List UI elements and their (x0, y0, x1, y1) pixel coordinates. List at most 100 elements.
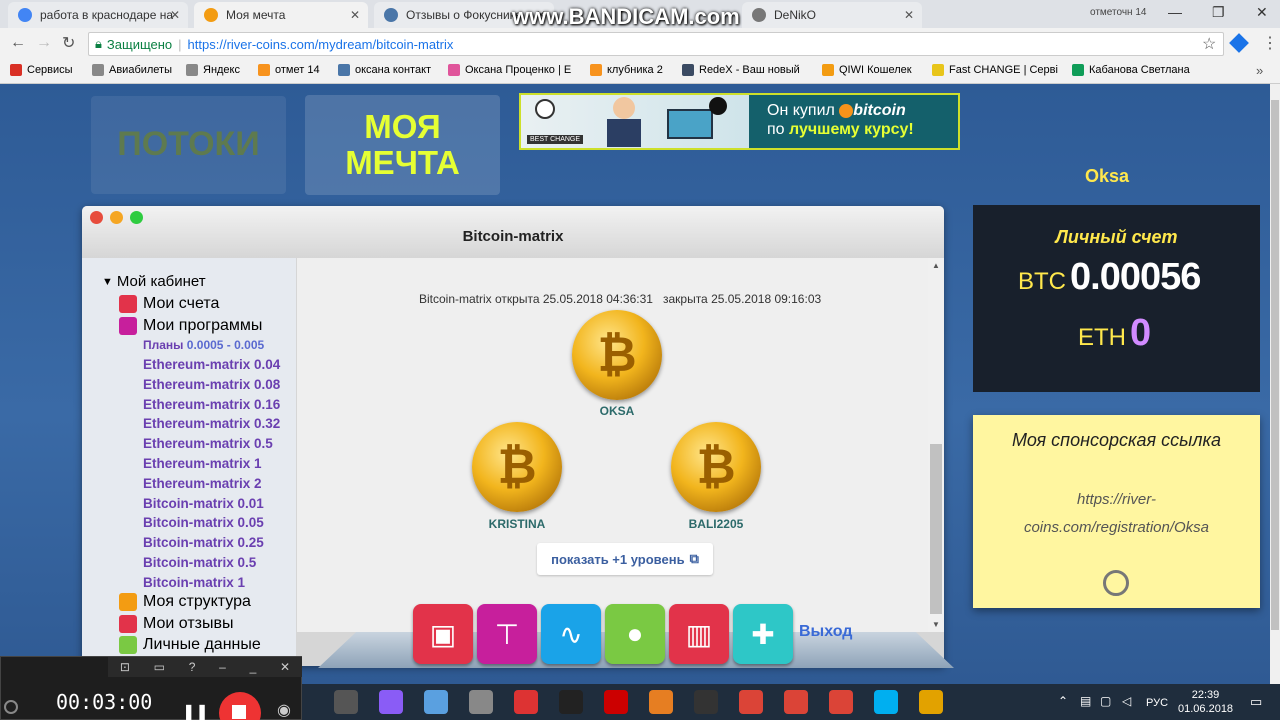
bitcoin-coin-icon[interactable]: ₿ (472, 422, 562, 512)
sidebar-plan-link[interactable]: Ethereum-matrix 1 (143, 456, 262, 471)
reload-icon[interactable]: ↻ (62, 33, 75, 53)
taskbar-feather-icon[interactable] (379, 690, 403, 714)
notifications-icon[interactable]: ▭ (1250, 694, 1262, 710)
sidebar-plan-link[interactable]: Ethereum-matrix 2 (143, 476, 262, 491)
sidebar-item[interactable]: Мои программы (119, 317, 262, 335)
sidebar-plan-link[interactable]: Ethereum-matrix 0.16 (143, 397, 280, 412)
bookmark-item[interactable]: клубника 2 (590, 64, 663, 76)
forward-icon[interactable]: → (36, 34, 52, 52)
tab-4[interactable]: DeNikO ✕ (742, 2, 922, 28)
close-tab-icon[interactable]: ✕ (350, 8, 360, 22)
window-maximize-dot[interactable] (130, 211, 143, 224)
bookmark-item[interactable]: Оксана Проценко | Е (448, 64, 571, 76)
url-text[interactable]: https://river-coins.com/mydream/bitcoin-… (188, 37, 454, 52)
volume-icon[interactable]: ◁ (1122, 694, 1131, 708)
back-icon[interactable]: ← (10, 34, 26, 52)
taskbar-paint-icon[interactable] (424, 690, 448, 714)
sidebar-plan-link[interactable]: Ethereum-matrix 0.5 (143, 436, 273, 451)
nav-potoki-button[interactable]: ПОТОКИ (91, 96, 286, 194)
taskbar-folder-icon[interactable] (919, 690, 943, 714)
input-language[interactable]: РУС (1146, 697, 1168, 709)
pause-icon[interactable]: ❚❚ (182, 702, 209, 720)
screenshot-icon[interactable]: ◉ (277, 700, 291, 720)
minimize-icon[interactable]: – (219, 660, 226, 674)
sponsor-link[interactable]: https://river-coins.com/registration/Oks… (993, 486, 1240, 542)
sidebar-plan-link[interactable]: Ethereum-matrix 0.32 (143, 416, 280, 431)
profile-label[interactable]: отметочн 14 (1090, 7, 1146, 18)
bookmark-star-icon[interactable]: ☆ (1202, 34, 1216, 54)
taskbar-clock[interactable]: 22:39 01.06.2018 (1178, 688, 1233, 716)
sidebar-cabinet[interactable]: ▼ Мой кабинет (102, 273, 206, 290)
nav-my-dream-button[interactable]: МОЯ МЕЧТА (305, 95, 500, 195)
bookmark-item[interactable]: Авиабилеты (92, 64, 172, 76)
bookmark-item[interactable]: Fast CHANGE | Серві (932, 64, 1058, 76)
close-window-icon[interactable]: ✕ (1256, 4, 1268, 21)
logout-link[interactable]: Выход (799, 623, 852, 641)
bookmark-item[interactable]: Яндекс (186, 64, 240, 76)
sidebar-plan-link[interactable]: Bitcoin-matrix 1 (143, 575, 245, 590)
chat-tray-icon[interactable]: ▢ (1100, 694, 1111, 708)
bitcoin-coin-icon[interactable]: ₿ (671, 422, 761, 512)
bestchange-banner[interactable]: BEST CHANGE Он купил bitcoin по лучшему … (519, 93, 960, 150)
help-icon[interactable]: ? (189, 660, 196, 674)
banner-illustration: BEST CHANGE (521, 95, 749, 148)
sidebar-plan-link[interactable]: Ethereum-matrix 0.04 (143, 357, 280, 372)
close-tab-icon[interactable]: ✕ (904, 8, 914, 22)
page-scrollbar-thumb[interactable] (1271, 100, 1279, 630)
close-icon[interactable]: ✕ (280, 660, 290, 674)
close-tab-icon[interactable]: ✕ (170, 8, 180, 22)
bookmark-item[interactable]: отмет 14 (258, 64, 320, 76)
taskbar-skype-icon[interactable] (874, 690, 898, 714)
window-minimize-dot[interactable] (110, 211, 123, 224)
minimize-icon[interactable]: — (1168, 4, 1182, 20)
content-scrollbar-thumb[interactable] (930, 444, 942, 614)
sidebar-item[interactable]: Мои отзывы (119, 615, 234, 633)
tab-2[interactable]: Моя мечта ✕ (194, 2, 368, 28)
taskbar-browser-icon[interactable] (334, 690, 358, 714)
folder-icon[interactable]: ▭ (154, 660, 165, 674)
lock-icon[interactable]: ⊡ (120, 660, 130, 674)
sidebar-item[interactable]: Моя структура (119, 593, 251, 611)
taskbar-bug-icon[interactable] (604, 690, 628, 714)
collapse-icon[interactable]: _ (250, 660, 257, 674)
chart-button[interactable]: ∿ (541, 604, 601, 664)
sidebar-plan-link[interactable]: Bitcoin-matrix 0.05 (143, 515, 264, 530)
taskbar-calculator-icon[interactable] (469, 690, 493, 714)
taskbar-window-icon[interactable] (694, 690, 718, 714)
profile-button[interactable]: ● (605, 604, 665, 664)
taskbar-obs-icon[interactable] (559, 690, 583, 714)
more-bookmarks-icon[interactable]: » (1256, 63, 1263, 78)
wallet-button[interactable]: ▣ (413, 604, 473, 664)
bitcoin-coin-icon[interactable]: ₿ (572, 310, 662, 400)
settings-button[interactable]: ✚ (733, 604, 793, 664)
address-bar[interactable]: 🔒︎ Защищено | https://river-coins.com/my… (88, 32, 1224, 56)
scroll-up-icon[interactable]: ▲ (932, 261, 940, 270)
record-target-icon[interactable] (4, 700, 18, 714)
taskbar-office-icon[interactable] (649, 690, 673, 714)
factory-button[interactable]: ▥ (669, 604, 729, 664)
tab-1[interactable]: работа в краснодаре на ✕ (8, 2, 188, 28)
window-close-dot[interactable] (90, 211, 103, 224)
taskbar-chrome-icon[interactable] (784, 690, 808, 714)
network-tray-icon[interactable]: ▤ (1080, 694, 1091, 708)
maximize-icon[interactable]: ❐ (1212, 4, 1225, 21)
taskbar-chrome-icon[interactable] (739, 690, 763, 714)
sidebar-item[interactable]: Личные данные (119, 636, 261, 654)
sidebar-plan-link[interactable]: Bitcoin-matrix 0.25 (143, 535, 264, 550)
bookmark-item[interactable]: Сервисы (10, 64, 73, 76)
taskbar-chrome-icon[interactable] (829, 690, 853, 714)
sidebar-plan-link[interactable]: Ethereum-matrix 0.08 (143, 377, 280, 392)
sidebar-plan-link[interactable]: Bitcoin-matrix 0.01 (143, 496, 264, 511)
bookmark-item[interactable]: оксана контакт (338, 64, 431, 76)
structure-button[interactable]: ⊤ (477, 604, 537, 664)
menu-icon[interactable]: ⋮ (1262, 33, 1278, 53)
sidebar-plan-link[interactable]: Bitcoin-matrix 0.5 (143, 555, 256, 570)
scroll-down-icon[interactable]: ▼ (932, 620, 940, 629)
show-more-level-button[interactable]: показать +1 уровень ⧉ (537, 543, 713, 575)
bookmark-item[interactable]: Кабанова Светлана (1072, 64, 1190, 76)
taskbar-snip-icon[interactable] (514, 690, 538, 714)
bookmark-item[interactable]: QIWI Кошелек (822, 64, 912, 76)
sidebar-item[interactable]: Мои счета (119, 295, 219, 313)
bookmark-item[interactable]: RedeX - Ваш новый (682, 64, 800, 76)
tray-up-icon[interactable]: ⌃ (1058, 694, 1068, 708)
